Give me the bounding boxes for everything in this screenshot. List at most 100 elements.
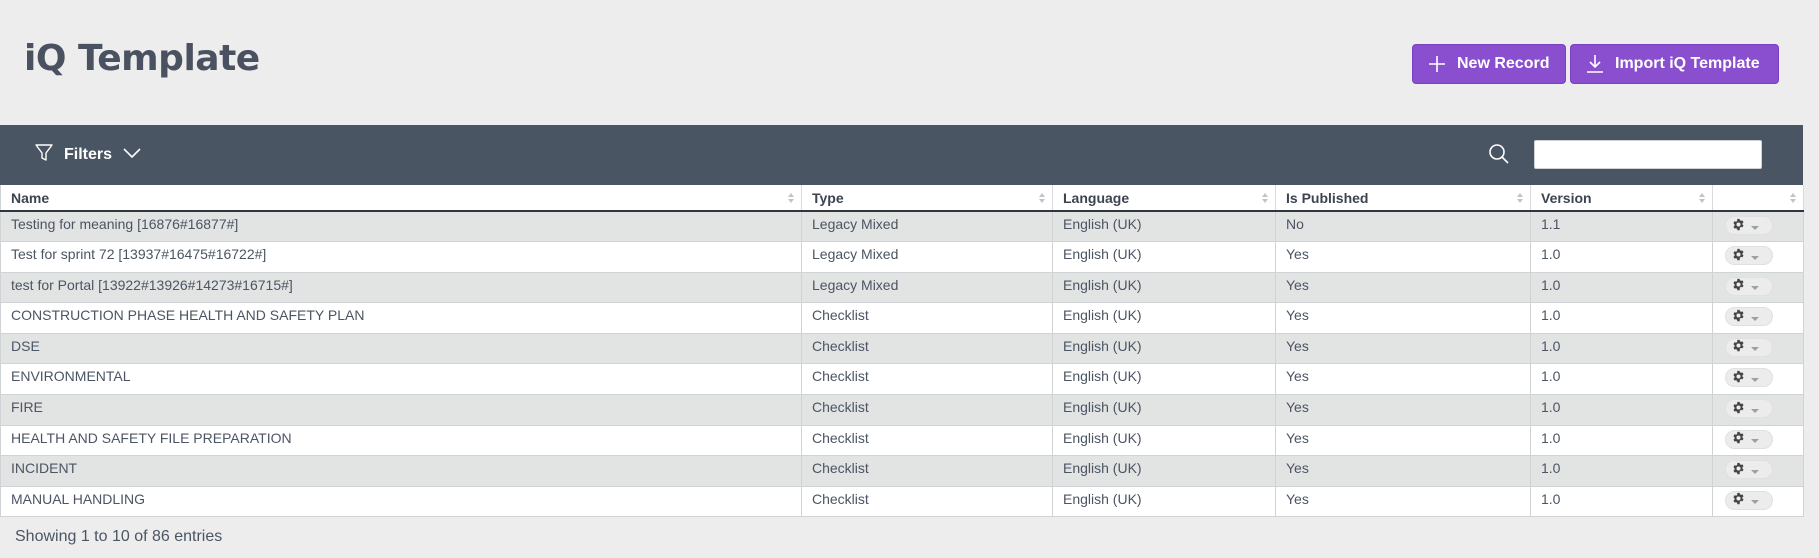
search-icon[interactable]: [1488, 143, 1510, 170]
table-cell: FIRE: [0, 394, 802, 426]
column-header[interactable]: Version: [1530, 185, 1713, 212]
column-header-label: Is Published: [1286, 189, 1369, 206]
column-header[interactable]: Name: [0, 185, 802, 212]
table-cell: 1.0: [1530, 363, 1713, 396]
column-header[interactable]: Language: [1052, 185, 1276, 212]
table-row[interactable]: DSE Checklist English (UK) Yes 1.0: [0, 333, 1804, 365]
row-actions-cell: [1712, 333, 1804, 365]
column-header-label: Version: [1541, 189, 1592, 206]
table-row[interactable]: ENVIRONMENTAL Checklist English (UK) Yes 1.0: [0, 363, 1804, 396]
table-cell: Yes: [1275, 363, 1531, 396]
gear-icon: [1732, 278, 1745, 294]
row-actions-button[interactable]: [1725, 216, 1773, 235]
download-icon: [1585, 53, 1605, 75]
caret-down-icon: [1751, 286, 1759, 291]
templates-table: Name Type Language Is Published Version Test…: [0, 185, 1804, 518]
table-cell: Yes: [1275, 486, 1531, 518]
row-actions-button[interactable]: [1725, 490, 1773, 510]
filters-toggle[interactable]: Filters: [34, 143, 142, 167]
row-actions-button[interactable]: [1725, 429, 1773, 449]
table-row[interactable]: Testing for meaning [16876#16877#] Legacy…: [0, 211, 1804, 243]
table-cell: MANUAL HANDLING: [0, 486, 802, 518]
gear-icon: [1732, 401, 1745, 417]
sort-icon: [788, 193, 794, 203]
table-cell: English (UK): [1052, 486, 1276, 518]
table-cell: 1.0: [1530, 394, 1713, 426]
row-actions-button[interactable]: [1725, 460, 1773, 480]
import-template-button[interactable]: Import iQ Template: [1570, 44, 1779, 84]
gear-icon: [1732, 248, 1745, 264]
row-actions-cell: [1712, 363, 1804, 396]
row-actions-button[interactable]: [1725, 307, 1773, 327]
table-cell: No: [1275, 211, 1531, 243]
sort-icon: [1262, 193, 1268, 203]
row-actions-button[interactable]: [1725, 368, 1773, 388]
table-cell: Legacy Mixed: [801, 211, 1053, 243]
row-actions-cell: [1712, 425, 1804, 457]
sort-icon: [1039, 193, 1045, 203]
table-cell: HEALTH AND SAFETY FILE PREPARATION: [0, 425, 802, 457]
column-header-label: Language: [1063, 189, 1130, 206]
gear-icon: [1732, 339, 1745, 355]
table-cell: Yes: [1275, 272, 1531, 304]
caret-down-icon: [1751, 316, 1759, 321]
row-actions-button[interactable]: [1725, 399, 1773, 419]
row-actions-cell: [1712, 272, 1804, 304]
caret-down-icon: [1751, 439, 1759, 444]
table-cell: Yes: [1275, 394, 1531, 426]
search-input[interactable]: [1534, 140, 1762, 169]
table-cell: ENVIRONMENTAL: [0, 363, 802, 396]
caret-down-icon: [1751, 225, 1759, 230]
row-actions-cell: [1712, 455, 1804, 487]
table-row[interactable]: Test for sprint 72 [13937#16475#16722#] L…: [0, 241, 1804, 273]
row-actions-cell: [1712, 486, 1804, 518]
table-toolbar: Filters: [0, 125, 1803, 185]
row-actions-cell: [1712, 211, 1804, 243]
table-cell: DSE: [0, 333, 802, 365]
column-header[interactable]: Type: [801, 185, 1053, 212]
column-header[interactable]: Is Published: [1275, 185, 1531, 212]
filter-icon: [34, 143, 54, 168]
table-cell: English (UK): [1052, 333, 1276, 365]
gear-icon: [1732, 462, 1745, 478]
table-cell: 1.0: [1530, 241, 1713, 273]
sort-icon: [1790, 193, 1796, 203]
table-row[interactable]: CONSTRUCTION PHASE HEALTH AND SAFETY PLA…: [0, 302, 1804, 334]
gear-icon: [1732, 370, 1745, 386]
row-actions-cell: [1712, 394, 1804, 426]
table-cell: Checklist: [801, 394, 1053, 426]
table-cell: Checklist: [801, 486, 1053, 518]
table-cell: English (UK): [1052, 272, 1276, 304]
sort-icon: [1517, 193, 1523, 203]
column-header-label: Type: [812, 189, 844, 206]
table-cell: INCIDENT: [0, 455, 802, 487]
table-cell: English (UK): [1052, 455, 1276, 487]
plus-icon: [1427, 54, 1447, 74]
table-row[interactable]: test for Portal [13922#13926#14273#16715…: [0, 272, 1804, 304]
table-row[interactable]: INCIDENT Checklist English (UK) Yes 1.0: [0, 455, 1804, 487]
table-cell: 1.0: [1530, 302, 1713, 334]
column-header-label: Name: [11, 189, 50, 206]
table-cell: Checklist: [801, 455, 1053, 487]
table-cell: test for Portal [13922#13926#14273#16715…: [0, 272, 802, 304]
caret-down-icon: [1751, 377, 1759, 382]
table-row[interactable]: MANUAL HANDLING Checklist English (UK) Yes 1…: [0, 486, 1804, 518]
new-record-button[interactable]: New Record: [1412, 44, 1566, 84]
row-actions-cell: [1712, 241, 1804, 273]
table-row[interactable]: HEALTH AND SAFETY FILE PREPARATION Checkl…: [0, 425, 1804, 457]
caret-down-icon: [1751, 408, 1759, 413]
import-template-label: Import iQ Template: [1615, 55, 1760, 72]
table-row[interactable]: FIRE Checklist English (UK) Yes 1.0: [0, 394, 1804, 426]
filters-label: Filters: [64, 146, 113, 163]
caret-down-icon: [1751, 255, 1759, 260]
column-header[interactable]: [1712, 185, 1804, 212]
table-cell: CONSTRUCTION PHASE HEALTH AND SAFETY PLA…: [0, 302, 802, 334]
row-actions-button[interactable]: [1725, 276, 1773, 296]
table-cell: Yes: [1275, 455, 1531, 487]
caret-down-icon: [1751, 500, 1759, 505]
table-cell: Yes: [1275, 241, 1531, 273]
row-actions-button[interactable]: [1725, 337, 1773, 357]
new-record-label: New Record: [1457, 55, 1550, 72]
row-actions-button[interactable]: [1725, 246, 1773, 266]
table-cell: Yes: [1275, 302, 1531, 334]
